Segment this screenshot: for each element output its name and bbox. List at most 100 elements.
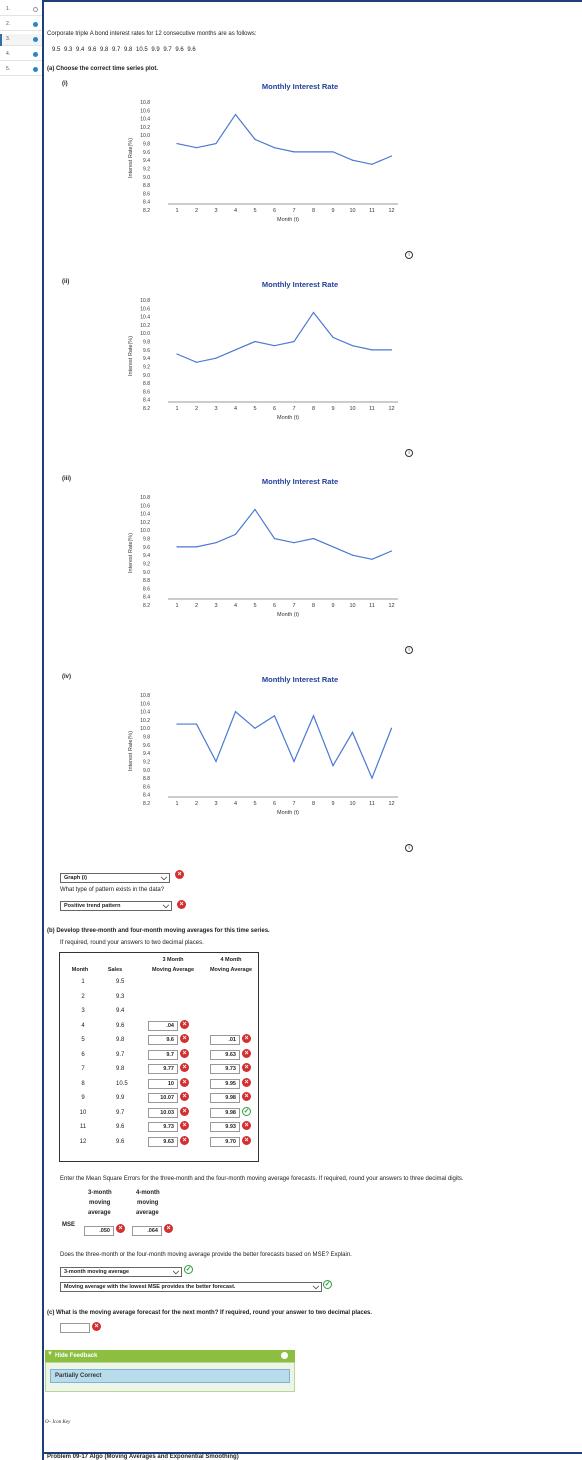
data-point	[332, 765, 334, 767]
ma3-input[interactable]: 9.7	[148, 1049, 178, 1060]
info-icon[interactable]: i	[405, 646, 413, 654]
x-tick-label: 12	[388, 603, 394, 609]
series-line	[177, 508, 392, 560]
correct-icon: ✓	[184, 1265, 193, 1274]
x-tick-label: 3	[214, 208, 217, 214]
table-cell-month: 6	[81, 1051, 85, 1058]
ma3-input[interactable]: 9.6	[148, 1035, 178, 1045]
x-tick-label: 2	[195, 603, 198, 609]
ma4-input[interactable]: 9.95	[210, 1078, 240, 1089]
incorrect-icon: ×	[164, 1224, 173, 1233]
status-dot-icon	[33, 7, 38, 12]
y-tick-label: 8.4	[143, 398, 150, 404]
gear-icon[interactable]	[281, 1352, 288, 1359]
triangle-down-icon: ▼	[47, 1351, 53, 1357]
nav-question-1[interactable]: 1.	[0, 4, 42, 16]
y-tick-label: 10.2	[140, 125, 150, 131]
x-tick-label: 5	[253, 406, 256, 412]
y-tick-label: 9.8	[143, 735, 150, 741]
ma3-input[interactable]: 9.63	[148, 1136, 178, 1147]
ma4-input[interactable]: 9.73	[210, 1064, 240, 1074]
icon-key-link[interactable]: O– Icon Key	[45, 1420, 70, 1425]
feedback-panel: Partially Correct	[45, 1362, 295, 1392]
incorrect-icon: ×	[242, 1077, 251, 1087]
y-tick-label: 9.6	[143, 150, 150, 156]
nav-question-5[interactable]: 5.	[0, 64, 42, 76]
incorrect-icon: ×	[116, 1224, 125, 1233]
info-icon[interactable]: i	[405, 844, 413, 852]
y-tick-label: 8.6	[143, 586, 150, 592]
mse-ma3-input[interactable]: .050	[84, 1226, 114, 1236]
ma4-input[interactable]: 9.70	[210, 1136, 240, 1147]
y-tick-label: 9.8	[143, 142, 150, 148]
incorrect-icon: ×	[242, 1121, 251, 1130]
y-tick-label: 8.2	[143, 801, 150, 807]
better-forecast-select[interactable]: 3-month moving average ⌵	[60, 1267, 182, 1277]
part-a-heading: (a) Choose the correct time series plot.	[47, 66, 159, 72]
data-point	[351, 345, 354, 347]
data-point	[293, 151, 295, 153]
ma3-input[interactable]: 10.07	[148, 1093, 178, 1103]
table-cell-sales: 9.7	[116, 1109, 125, 1116]
pattern-select-value: Positive trend pattern	[64, 903, 121, 909]
forecast-input[interactable]	[60, 1323, 90, 1333]
ma4-input[interactable]: 9.63	[210, 1049, 240, 1060]
mse-row-label: MSE	[62, 1222, 76, 1228]
x-tick-label: 4	[234, 406, 237, 412]
better-forecast-select-value: 3-month moving average	[64, 1269, 130, 1275]
y-tick-label: 9.2	[143, 561, 150, 567]
mse-ma4-input[interactable]: .064	[132, 1226, 162, 1236]
explanation-select[interactable]: Moving average with the lowest MSE provi…	[60, 1282, 322, 1292]
nav-question-number: 1.	[6, 6, 11, 12]
x-tick-label: 12	[388, 406, 394, 412]
ma4-input[interactable]: 9.98	[210, 1107, 240, 1118]
ma3-input[interactable]: 10.03	[148, 1107, 178, 1118]
data-point	[332, 151, 334, 153]
hide-feedback-toggle[interactable]: ▼ Hide Feedback	[45, 1350, 295, 1362]
icon-key-label: Icon Key	[52, 1420, 71, 1425]
x-tick-label: 11	[369, 208, 375, 214]
x-axis-label: Month (t)	[277, 810, 299, 816]
incorrect-icon: ×	[242, 1063, 251, 1072]
data-point	[215, 542, 217, 544]
chart-title: Monthly Interest Rate	[262, 280, 338, 289]
table-cell-month: 2	[81, 993, 85, 1000]
chevron-down-icon: ⌵	[162, 901, 169, 910]
chart-svg: Monthly Interest Rate 10.8 10.6 10.4 10.2 10.…	[128, 477, 398, 618]
table-cell-sales: 9.8	[116, 1066, 125, 1072]
y-tick-label: 10.8	[140, 693, 150, 699]
graph-select[interactable]: Graph (i) ⌵	[60, 873, 170, 883]
x-tick-label: 1	[175, 801, 178, 807]
x-tick-label: 9	[331, 603, 334, 609]
ma3-input[interactable]: 9.77	[148, 1064, 178, 1074]
y-axis-label: Interest Rate(%)	[128, 533, 134, 573]
table-cell-sales: 9.9	[116, 1095, 125, 1101]
incorrect-icon: ×	[242, 1048, 251, 1058]
table-cell-sales: 10.5	[116, 1080, 128, 1087]
nav-question-2[interactable]: 2.	[0, 19, 42, 31]
series-line	[176, 113, 392, 165]
y-tick-label: 9.4	[143, 356, 150, 362]
info-icon[interactable]: i	[405, 449, 413, 457]
ma4-input[interactable]: 9.93	[210, 1122, 240, 1132]
ma4-input[interactable]: 9.98	[210, 1093, 240, 1103]
y-axis-label: Interest Rate(%)	[128, 138, 134, 178]
ma4-input[interactable]: .01	[210, 1035, 240, 1045]
ma3-input[interactable]: 9.73	[148, 1122, 178, 1132]
status-dot-icon	[33, 67, 38, 72]
mse-instruction: Enter the Mean Square Errors for the thr…	[60, 1176, 464, 1182]
moving-average-table: Month Sales 3 Month Moving Average 4 Mon…	[59, 952, 259, 1162]
table-cell-month: 12	[79, 1138, 87, 1145]
nav-question-4[interactable]: 4.	[0, 49, 42, 61]
y-tick-label: 9.8	[143, 537, 150, 543]
info-icon[interactable]: i	[405, 251, 413, 259]
ma3-input[interactable]: .04	[148, 1020, 178, 1031]
pattern-select[interactable]: Positive trend pattern ⌵	[60, 901, 172, 911]
ma3-input[interactable]: 10	[148, 1078, 178, 1089]
table-cell-month: 11	[79, 1124, 87, 1130]
incorrect-icon: ×	[180, 1048, 189, 1058]
x-tick-label: 4	[234, 208, 237, 214]
nav-question-3[interactable]: 3.	[0, 34, 42, 46]
part-b-instruction: If required, round your answers to two d…	[60, 940, 204, 946]
data-point	[234, 113, 237, 116]
